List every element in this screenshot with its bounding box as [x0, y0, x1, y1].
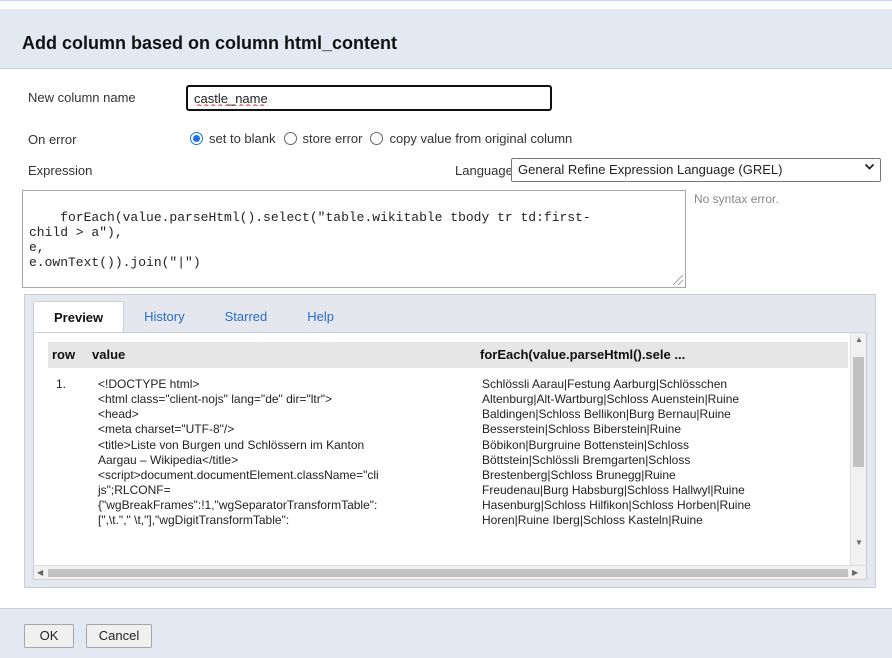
ok-button[interactable]: OK [24, 624, 74, 648]
horizontal-scroll-thumb[interactable] [48, 569, 848, 577]
language-label: Language [455, 163, 513, 178]
on-error-options: set to blank store error copy value from… [190, 129, 580, 147]
table-header: row value forEach(value.parseHtml().sele… [48, 342, 848, 368]
result-line: Hasenburg|Schloss Hilfikon|Schloss Horbe… [482, 498, 751, 512]
tabs-panel: Preview History Starred Help row value f… [24, 294, 876, 588]
tab-starred[interactable]: Starred [205, 301, 288, 333]
radio-copy-value[interactable] [370, 131, 384, 145]
header-row: row [52, 347, 76, 362]
on-error-option-set-to-blank[interactable]: set to blank [190, 131, 276, 146]
cancel-button[interactable]: Cancel [86, 624, 152, 648]
header-value: value [92, 347, 126, 362]
scroll-down-icon[interactable]: ▼ [855, 538, 863, 547]
resize-handle-icon[interactable] [673, 275, 683, 285]
value-line: js";RLCONF= [98, 483, 171, 497]
result-line: Böbikon|Burgruine Bottenstein|Schloss [482, 438, 690, 452]
language-selected-value: General Refine Expression Language (GREL… [518, 162, 783, 177]
on-error-label: On error [28, 132, 77, 147]
vertical-scroll-thumb[interactable] [853, 357, 864, 467]
result-line: Freudenau|Burg Habsburg|Schloss Hallwyl|… [482, 483, 745, 497]
value-line: {"wgBreakFrames":!1,"wgSeparatorTransfor… [98, 498, 378, 512]
tab-strip: Preview History Starred Help [33, 301, 354, 333]
on-error-option-store-error[interactable]: store error [283, 130, 363, 146]
value-line: [",\t."," \t,"],"wgDigitTransformTable": [98, 513, 290, 527]
dialog-header: Add column based on column html_content [0, 9, 892, 69]
dialog-footer: OK Cancel [0, 608, 892, 658]
scroll-left-icon[interactable]: ◀ [37, 568, 43, 577]
value-line: <title>Liste von Burgen und Schlössern i… [98, 438, 365, 452]
value-line: Aargau – Wikipedia</title> [98, 453, 239, 467]
new-column-name-label: New column name [28, 90, 136, 105]
value-line: <meta charset="UTF-8"/> [98, 422, 235, 436]
expression-text: forEach(value.parseHtml().select("table.… [29, 210, 591, 270]
result-line: Altenburg|Alt-Wartburg|Schloss Auenstein… [482, 392, 740, 406]
value-line: <script>document.documentElement.classNa… [98, 468, 379, 482]
preview-table: row value forEach(value.parseHtml().sele… [33, 332, 867, 580]
result-line: Schlössli Aarau|Festung Aarburg|Schlössc… [482, 377, 728, 391]
expression-label: Expression [28, 163, 93, 178]
value-line: <head> [98, 407, 139, 421]
chevron-down-icon [864, 161, 875, 175]
on-error-option-copy-value[interactable]: copy value from original column [370, 131, 572, 146]
result-line: Besserstein|Schloss Biberstein|Ruine [482, 422, 681, 436]
radio-label: copy value from original column [389, 130, 573, 146]
value-line: <!DOCTYPE html> [98, 377, 200, 391]
new-column-name-input[interactable] [186, 85, 552, 111]
result-line: Brestenberg|Schloss Brunegg|Ruine [482, 468, 676, 482]
result-line: Horen|Ruine Iberg|Schloss Kasteln|Ruine [482, 513, 703, 527]
value-line: <html class="client-nojs" lang="de" dir=… [98, 392, 332, 406]
scroll-right-icon[interactable]: ▶ [852, 568, 858, 577]
header-result: forEach(value.parseHtml().sele ... [480, 347, 686, 362]
radio-store-error[interactable] [283, 131, 297, 145]
syntax-status: No syntax error. [694, 192, 779, 206]
add-column-dialog: Add column based on column html_content … [0, 0, 892, 658]
tab-history[interactable]: History [124, 301, 204, 333]
vertical-scrollbar[interactable]: ▲ ▼ [850, 333, 866, 567]
radio-label: set to blank [209, 130, 276, 146]
radio-label: store error [302, 130, 363, 146]
row-number: 1. [56, 377, 67, 391]
result-line: Böttstein|Schlössli Bremgarten|Schloss [482, 453, 691, 467]
expression-textarea[interactable]: forEach(value.parseHtml().select("table.… [22, 190, 686, 288]
tab-help[interactable]: Help [287, 301, 354, 333]
horizontal-scrollbar[interactable]: ◀ ▶ [34, 565, 866, 579]
scroll-up-icon[interactable]: ▲ [855, 335, 863, 344]
radio-set-to-blank[interactable] [190, 131, 203, 145]
language-select[interactable]: General Refine Expression Language (GREL… [511, 158, 881, 182]
result-line: Baldingen|Schloss Bellikon|Burg Bernau|R… [482, 407, 731, 421]
dialog-title: Add column based on column html_content [22, 33, 398, 53]
tab-preview[interactable]: Preview [33, 301, 125, 333]
